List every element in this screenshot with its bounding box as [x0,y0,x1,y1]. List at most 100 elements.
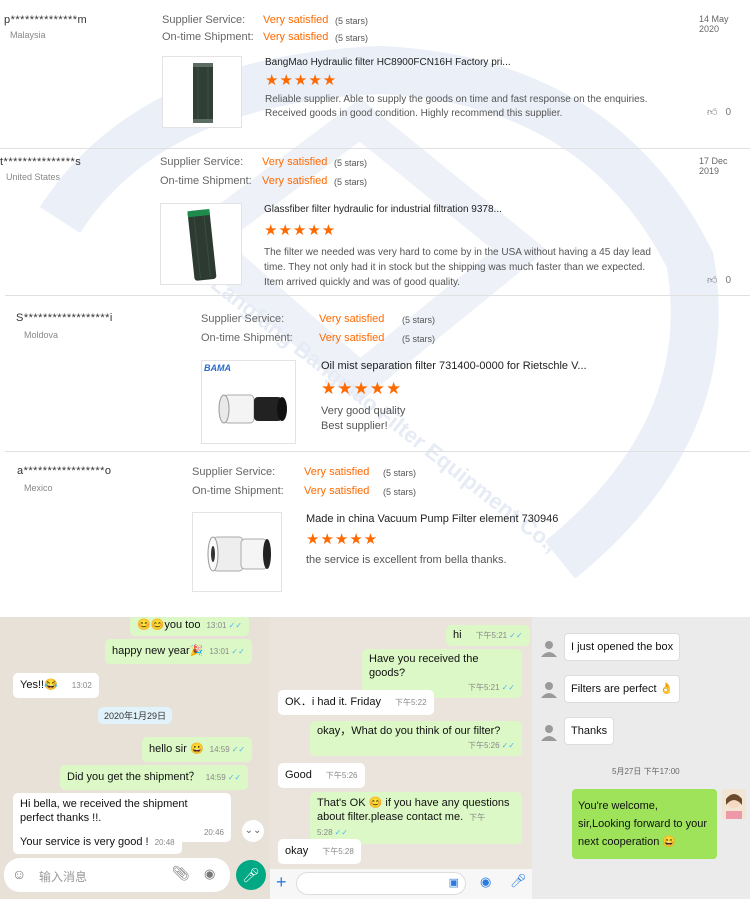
scroll-down-button[interactable]: ⌄⌄ [242,820,264,842]
message-time: 下午5:26 [325,771,358,780]
chat-message-outgoing: Did you get the shipment？ 14:59 ✓✓ [60,765,249,790]
message-text: OK．i had it. Friday [285,696,381,708]
chat-message-outgoing: That's OK 😊 if you have any questions ab… [310,792,522,844]
emoji-icon[interactable]: ☺ [12,866,26,882]
message-text: Good [285,769,312,781]
attach-icon[interactable]: 📎︎ [172,865,190,882]
shipment-label: On-time Shipment: [160,175,252,187]
supplier-service-label: Supplier Service: [160,156,244,168]
product-thumbnail[interactable] [162,56,242,128]
product-title-link[interactable]: Made in china Vacuum Pump Filter element… [306,513,558,525]
chat-message-incoming: Thanks [564,717,615,745]
review-card: a*****************o Mexico Supplier Serv… [0,455,750,615]
shipment-label: On-time Shipment: [192,485,284,497]
message-input[interactable]: ▣ [296,872,466,895]
review-text-line: Very good quality [321,405,406,417]
message-text: hi [453,629,462,641]
reviewer-name: a*****************o [17,465,112,477]
message-time: 20:46 [203,828,224,837]
reviewer-country: United States [6,172,61,182]
sticker-icon[interactable]: ▣ [449,876,459,889]
qq-chat-panel: I just opened the box Filters are perfec… [532,617,750,899]
read-ticks-icon: ✓✓ [509,631,523,640]
supplier-service-label: Supplier Service: [192,466,276,478]
rating-stars: ★★★★★ [265,72,338,89]
mic-icon[interactable]: 🎤︎ [236,860,266,890]
shipment-value: Very satisfied [263,31,329,43]
filter-image [193,63,213,123]
divider [0,148,750,149]
rating-stars: ★★★★★ [321,379,403,398]
avatar-icon [541,725,557,741]
message-time: 下午5:26 [468,741,500,750]
chat-message-outgoing: 😊😊you too 13:01 ✓✓ [130,617,249,636]
shipment-stars: (5 stars) [402,334,436,344]
whatsapp-chat-panel: 😊😊you too 13:01 ✓✓ happy new year🎉 13:01 ✓✓ … [0,617,270,899]
message-text: Have you received the goods? [369,653,479,679]
message-text: happy new year🎉 [112,645,204,657]
supplier-service-value: Very satisfied [319,313,385,325]
shipment-stars: (5 stars) [383,487,417,497]
camera-icon[interactable]: ◉ [204,866,215,882]
date-separator: 2020年1月29日 [98,707,173,724]
review-text-line: Best supplier! [321,420,388,432]
camera-icon[interactable]: ◉ [480,874,491,890]
review-date: 14 May 2020 [699,14,729,34]
chat-input-toolbar: + ▣ ◉ 🎤︎ [270,869,532,899]
product-title-link[interactable]: BangMao Hydraulic filter HC8900FCN16H Fa… [265,57,511,68]
add-icon[interactable]: + [276,872,287,893]
user-avatar [722,789,746,819]
chat-message-outgoing: happy new year🎉 13:01 ✓✓ [105,639,252,664]
message-timestamp: 5月27日 下午17:00 [612,767,680,776]
message-text: okay，What do you think of our filter? [317,725,501,737]
supplier-service-label: Supplier Service: [162,14,246,26]
divider [5,295,750,296]
divider [5,451,750,452]
supplier-service-value: Very satisfied [262,156,328,168]
like-count: 0 [725,274,732,286]
product-thumbnail[interactable] [192,512,282,592]
read-ticks-icon: ✓✓ [228,621,242,630]
chat-message-incoming: okay 下午5:28 [278,839,361,864]
brand-logo: BAMA [204,363,231,373]
chat-message-incoming: Filters are perfect 👌 [564,675,681,703]
message-input-bar[interactable]: ☺ 输入消息 📎︎ ◉ [4,858,230,892]
thumbs-up-icon: 👍︎ [707,275,718,286]
chat-message-incoming: Good 下午5:26 [278,763,365,788]
message-time: 下午5:28 [322,847,354,856]
filter-image [187,209,217,281]
message-text: Your service is very good ! [20,836,149,848]
read-ticks-icon: ✓✓ [334,828,348,837]
message-text: Yes!!😂 [20,679,58,691]
message-time: 下午5:21 [468,683,500,692]
thumbs-up-icon: 👍︎ [707,107,718,118]
supplier-service-stars: (5 stars) [383,468,417,478]
filter-image [207,536,271,572]
chat-message-incoming: Yes!!😂 13:02 [13,673,99,698]
reviewer-name: p**************m [4,14,88,26]
product-title-link[interactable]: Glassfiber filter hydraulic for industri… [264,204,502,215]
product-thumbnail[interactable] [160,203,242,285]
supplier-service-stars: (5 stars) [334,158,368,168]
message-input-placeholder[interactable]: 输入消息 [39,868,87,885]
message-time: 20:48 [154,838,175,847]
review-text: Reliable supplier. Able to supply the go… [265,94,648,119]
mic-icon[interactable]: 🎤︎ [510,873,527,889]
review-text: The filter we needed was very hard to co… [264,247,651,288]
review-card: t***************s United States Supplier… [0,150,750,295]
like-button[interactable]: 👍︎ 0 [707,106,731,119]
chat-message-outgoing: okay，What do you think of our filter? 下午… [310,721,522,756]
shipment-stars: (5 stars) [334,177,368,187]
like-button[interactable]: 👍︎ 0 [707,274,732,287]
shipment-stars: (5 stars) [335,33,369,43]
message-time: 14:59 [205,773,226,782]
reviewer-country: Mexico [24,483,53,493]
message-time: 13:01 [209,647,230,656]
product-thumbnail[interactable]: BAMA [201,360,296,444]
product-title-link[interactable]: Oil mist separation filter 731400-0000 f… [321,360,587,372]
read-ticks-icon: ✓✓ [501,741,515,750]
review-text: the service is excellent from bella than… [306,554,507,566]
chat-message-outgoing: hello sir 😀 14:59 ✓✓ [142,737,253,762]
wechat-chat-panel: hi 下午5:21 ✓✓ Have you received the goods? … [270,617,532,899]
message-text: 😊😊you too [137,619,201,631]
